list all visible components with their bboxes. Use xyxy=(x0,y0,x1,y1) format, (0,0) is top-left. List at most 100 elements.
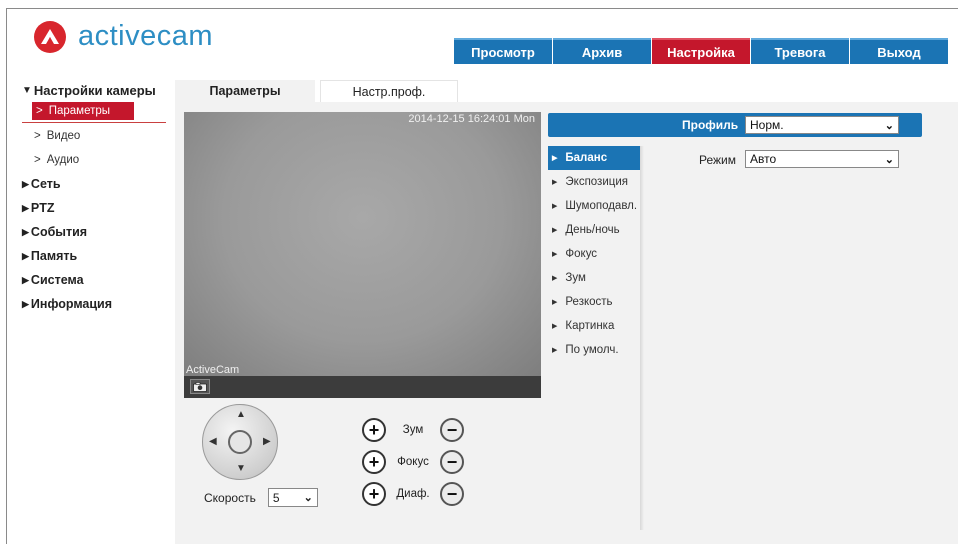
logo-mark-icon xyxy=(34,20,66,53)
menu-arrow-icon: ▶ xyxy=(552,299,558,306)
video-watermark: ActiveCam xyxy=(186,364,240,376)
mode-select[interactable]: Авто ⌄ xyxy=(745,150,899,168)
video-timestamp: 2014-12-15 16:24:01 Mon xyxy=(408,113,535,125)
speed-label: Скорость xyxy=(204,490,256,505)
chevron-right-icon: > xyxy=(34,154,41,166)
menu-divider xyxy=(640,146,644,530)
collapsed-triangle-icon: ▶ xyxy=(22,226,29,237)
arrow-left-icon[interactable]: ◀ xyxy=(209,436,217,447)
menu-arrow-icon: ▶ xyxy=(552,227,558,234)
tab-profile-settings[interactable]: Настр.проф. xyxy=(320,80,458,102)
arrow-up-icon[interactable]: ▲ xyxy=(236,409,246,420)
menu-item-balance[interactable]: ▶ Баланс xyxy=(548,146,642,170)
menu-item-day-night[interactable]: ▶ День/ночь xyxy=(548,218,642,242)
image-settings-menu: ▶ Баланс ▶ Экспозиция ▶ Шумоподавл. ▶ День/н… xyxy=(548,146,642,362)
sidebar-item-label: Информация xyxy=(30,297,113,311)
menu-item-label: По умолч. xyxy=(565,344,619,356)
menu-arrow-icon: ▶ xyxy=(552,155,558,162)
tab-parameters[interactable]: Параметры xyxy=(175,80,315,102)
sidebar-item-events[interactable]: ▶ События xyxy=(22,220,170,244)
sidebar-sub-audio[interactable]: > Аудио xyxy=(22,148,170,172)
sidebar-sub-label: Аудио xyxy=(46,154,80,166)
collapsed-triangle-icon: ▶ xyxy=(22,274,29,285)
chevron-down-icon: ⌄ xyxy=(884,153,894,166)
video-preview: 2014-12-15 16:24:01 Mon ActiveCam xyxy=(184,112,541,376)
collapsed-triangle-icon: ▶ xyxy=(22,250,29,261)
menu-arrow-icon: ▶ xyxy=(552,203,558,210)
arrow-down-icon[interactable]: ▼ xyxy=(236,463,246,474)
ptz-joystick[interactable]: ▲ ▼ ◀ ▶ xyxy=(202,404,278,480)
profile-value: Норм. xyxy=(750,118,784,132)
zoom-control: + Зум − xyxy=(362,418,464,442)
iris-plus-button[interactable]: + xyxy=(362,482,386,506)
profile-select[interactable]: Норм. ⌄ xyxy=(745,116,899,134)
sidebar-divider xyxy=(22,122,166,123)
sidebar-sub-label: Видео xyxy=(46,130,81,142)
speed-control: Скорость 5 ⌄ xyxy=(204,488,318,507)
zoom-in-button[interactable]: + xyxy=(362,418,386,442)
iris-control: + Диаф. − xyxy=(362,482,464,506)
menu-item-sharpness[interactable]: ▶ Резкость xyxy=(548,290,642,314)
chevron-down-icon: ⌄ xyxy=(884,119,894,132)
sidebar-item-label: Память xyxy=(30,249,78,263)
nav-tab-view[interactable]: Просмотр xyxy=(454,38,552,64)
sidebar-item-system[interactable]: ▶ Система xyxy=(22,268,170,292)
speed-select[interactable]: 5 ⌄ xyxy=(267,488,318,507)
snapshot-camera-icon[interactable] xyxy=(190,379,210,394)
focus-plus-button[interactable]: + xyxy=(362,450,386,474)
collapsed-triangle-icon: ▶ xyxy=(22,298,29,309)
sidebar-sub-parameters[interactable]: > Параметры xyxy=(32,102,134,120)
iris-label: Диаф. xyxy=(396,488,430,500)
menu-item-defaults[interactable]: ▶ По умолч. xyxy=(548,338,642,362)
menu-item-focus[interactable]: ▶ Фокус xyxy=(548,242,642,266)
collapsed-triangle-icon: ▶ xyxy=(22,178,29,189)
collapsed-triangle-icon: ▶ xyxy=(22,202,29,213)
zoom-out-button[interactable]: − xyxy=(440,418,464,442)
menu-arrow-icon: ▶ xyxy=(552,275,558,282)
sidebar-item-storage[interactable]: ▶ Память xyxy=(22,244,170,268)
menu-item-label: Баланс xyxy=(565,152,608,164)
menu-item-label: День/ночь xyxy=(565,224,620,236)
sidebar-item-label: PTZ xyxy=(30,201,55,215)
ptz-center-button[interactable] xyxy=(228,430,252,454)
sidebar-sub-label: Параметры xyxy=(48,105,111,117)
nav-tab-settings[interactable]: Настройка xyxy=(652,38,750,64)
chevron-right-icon: > xyxy=(36,105,43,117)
menu-item-zoom[interactable]: ▶ Зум xyxy=(548,266,642,290)
arrow-right-icon[interactable]: ▶ xyxy=(263,436,271,447)
focus-minus-button[interactable]: − xyxy=(440,450,464,474)
nav-tab-archive[interactable]: Архив xyxy=(553,38,651,64)
focus-label: Фокус xyxy=(397,456,429,468)
sidebar-item-network[interactable]: ▶ Сеть xyxy=(22,172,170,196)
menu-item-noise-reduction[interactable]: ▶ Шумоподавл. xyxy=(548,194,642,218)
sidebar-sub-video[interactable]: > Видео xyxy=(22,124,170,148)
nav-tab-logout[interactable]: Выход xyxy=(850,38,948,64)
menu-item-label: Шумоподавл. xyxy=(565,200,638,212)
menu-item-exposure[interactable]: ▶ Экспозиция xyxy=(548,170,642,194)
nav-tab-alarm[interactable]: Тревога xyxy=(751,38,849,64)
iris-minus-button[interactable]: − xyxy=(440,482,464,506)
sidebar-item-label: Система xyxy=(30,273,84,287)
menu-item-picture[interactable]: ▶ Картинка xyxy=(548,314,642,338)
mode-label: Режим xyxy=(699,153,736,167)
speed-value: 5 xyxy=(272,490,280,505)
video-toolbar xyxy=(184,376,541,398)
menu-item-label: Экспозиция xyxy=(565,176,628,188)
chevron-down-icon: ⌄ xyxy=(303,492,313,504)
menu-arrow-icon: ▶ xyxy=(552,323,558,330)
expanded-triangle-icon: ▼ xyxy=(22,84,32,96)
brand-name: activecam xyxy=(78,20,214,52)
settings-sidebar: ▼ Настройки камеры > Параметры > Видео >… xyxy=(22,80,170,316)
top-navigation: Просмотр Архив Настройка Тревога Выход xyxy=(454,38,949,64)
sidebar-item-label: События xyxy=(30,225,88,239)
chevron-right-icon: > xyxy=(34,130,41,142)
sidebar-item-ptz[interactable]: ▶ PTZ xyxy=(22,196,170,220)
brand-logo: activecam xyxy=(34,20,213,53)
menu-item-label: Резкость xyxy=(565,296,613,308)
menu-arrow-icon: ▶ xyxy=(552,251,558,258)
menu-arrow-icon: ▶ xyxy=(552,179,558,186)
mode-value: Авто xyxy=(750,152,777,166)
sidebar-group-camera-settings[interactable]: ▼ Настройки камеры xyxy=(22,80,170,100)
menu-item-label: Фокус xyxy=(565,248,598,260)
sidebar-item-info[interactable]: ▶ Информация xyxy=(22,292,170,316)
